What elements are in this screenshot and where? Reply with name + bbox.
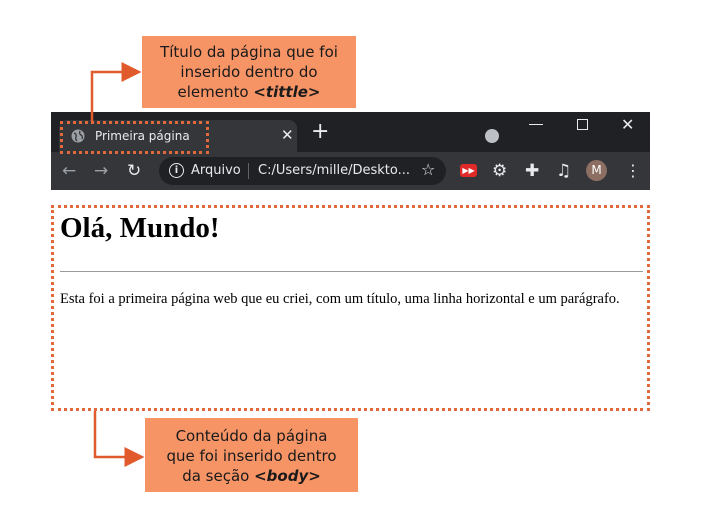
page-content-area: Olá, Mundo! Esta foi a primeira página w… <box>51 205 650 411</box>
browser-toolbar: ← → ↻ i Arquivo C:/Users/mille/Deskto...… <box>51 152 650 190</box>
tab-search-icon[interactable] <box>485 129 499 143</box>
maximize-icon[interactable] <box>577 119 588 130</box>
arrow-bottom <box>93 411 145 467</box>
new-tab-button[interactable]: + <box>311 121 329 143</box>
callout-top-prefix: elemento <box>177 83 254 101</box>
window-close-icon[interactable]: ✕ <box>621 115 634 134</box>
page-heading: Olá, Mundo! <box>60 212 220 244</box>
horizontal-rule <box>60 271 643 272</box>
address-bar[interactable]: i Arquivo C:/Users/mille/Deskto... ☆ <box>159 157 446 185</box>
callout-top-tag: <tittle> <box>253 83 321 101</box>
url-text[interactable]: C:/Users/mille/Deskto... <box>258 163 410 178</box>
extension-red-icon[interactable]: ▶▶ <box>460 164 477 177</box>
callout-top-line3: elemento <tittle> <box>142 82 356 102</box>
forward-arrow-icon[interactable]: → <box>94 161 108 181</box>
back-arrow-icon[interactable]: ← <box>62 161 76 181</box>
omnibox-divider <box>248 163 249 179</box>
security-label: Arquivo <box>191 163 241 178</box>
callout-bottom-line1: Conteúdo da página <box>175 427 328 445</box>
callout-tab-title: Título da página que foi inserido dentro… <box>142 36 356 108</box>
info-icon[interactable]: i <box>169 163 184 178</box>
menu-icon[interactable]: ⋮ <box>625 161 641 181</box>
tab-title-highlight <box>60 121 209 154</box>
close-tab-icon[interactable]: ✕ <box>281 126 294 144</box>
star-icon[interactable]: ☆ <box>421 160 435 179</box>
reload-icon[interactable]: ↻ <box>127 161 141 181</box>
callout-bottom-tag: <body> <box>254 467 321 485</box>
callout-bottom-line2: que foi inserido dentro <box>166 447 337 465</box>
callout-body-content: Conteúdo da página que foi inserido dent… <box>145 418 358 492</box>
callout-bottom-prefix: da seção <box>182 467 255 485</box>
avatar[interactable]: M <box>586 160 607 181</box>
callout-top-line1: Título da página que foi <box>160 43 338 61</box>
callout-bottom-line3: da seção <body> <box>145 466 358 486</box>
callout-top-line2: inserido dentro do <box>180 63 318 81</box>
gear-icon[interactable]: ⚙ <box>492 161 507 181</box>
minimize-icon[interactable] <box>529 124 543 125</box>
media-icon[interactable]: ♫ <box>556 161 571 181</box>
page-paragraph: Esta foi a primeira página web que eu cr… <box>60 291 620 307</box>
puzzle-icon[interactable]: ✚ <box>525 161 539 181</box>
